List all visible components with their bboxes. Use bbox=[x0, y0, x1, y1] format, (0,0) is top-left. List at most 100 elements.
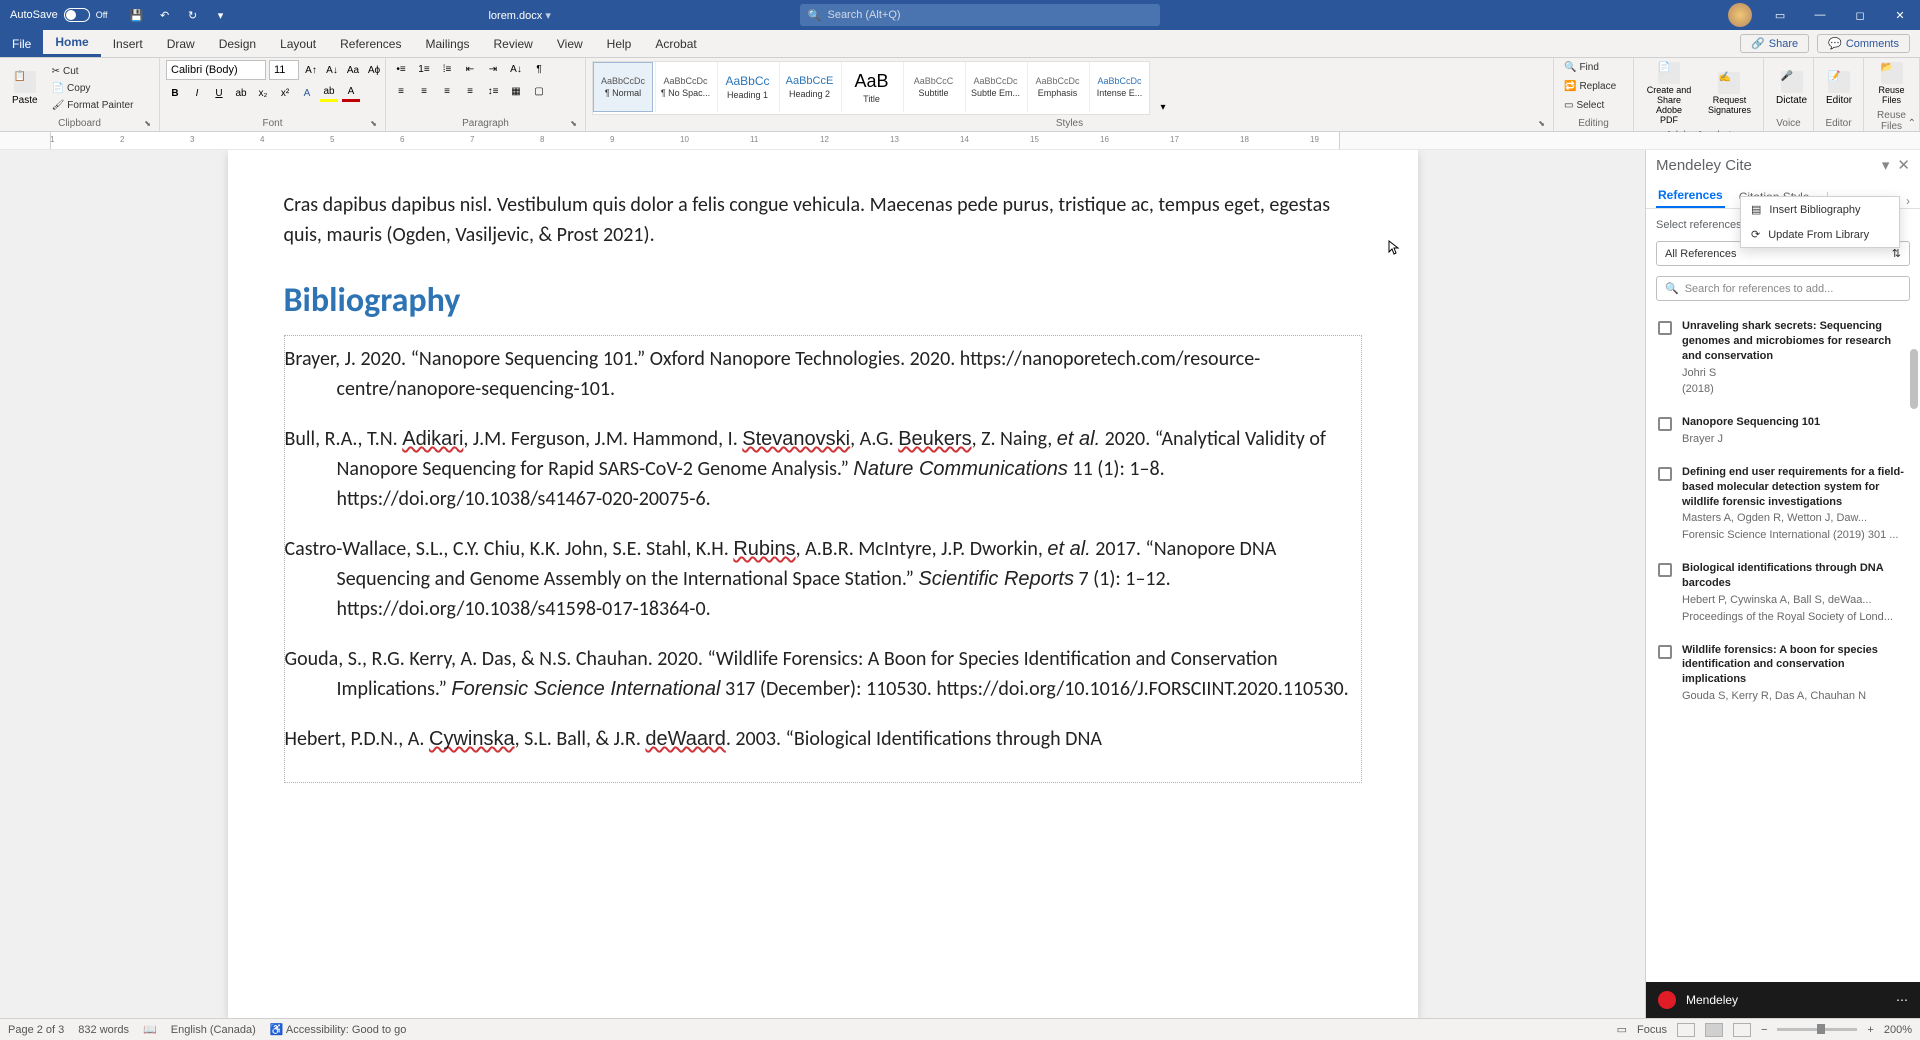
align-center-icon[interactable]: ≡ bbox=[415, 82, 433, 100]
style-emphasis[interactable]: AaBbCcDcEmphasis bbox=[1027, 62, 1087, 112]
tab-layout[interactable]: Layout bbox=[268, 30, 328, 57]
ruler[interactable]: 12345678910111213141516171819 bbox=[0, 132, 1920, 150]
tab-design[interactable]: Design bbox=[207, 30, 268, 57]
sort-icon[interactable]: A↓ bbox=[507, 60, 525, 78]
language[interactable]: English (Canada) bbox=[171, 1024, 256, 1036]
reference-item[interactable]: Nanopore Sequencing 101Brayer J bbox=[1656, 407, 1910, 457]
inc-indent-icon[interactable]: ⇥ bbox=[484, 60, 502, 78]
minimize-icon[interactable]: ― bbox=[1800, 0, 1840, 30]
word-count[interactable]: 832 words bbox=[78, 1024, 129, 1036]
style-title[interactable]: AaBTitle bbox=[841, 62, 901, 112]
text-effects-icon[interactable]: A bbox=[298, 84, 316, 102]
clear-format-icon[interactable]: Aϕ bbox=[365, 61, 383, 79]
bibliography-entry[interactable]: Bull, R.A., T.N. Adikari, J.M. Ferguson,… bbox=[285, 424, 1361, 514]
mendeley-footer[interactable]: Mendeley ⋯ bbox=[1646, 982, 1920, 1018]
reference-item[interactable]: Defining end user requirements for a fie… bbox=[1656, 457, 1910, 553]
paragraph-launch-icon[interactable]: ⬊ bbox=[570, 119, 577, 128]
reference-item[interactable]: Biological identifications through DNA b… bbox=[1656, 553, 1910, 634]
create-share-pdf-button[interactable]: 📄 Create and Share Adobe PDF bbox=[1640, 60, 1698, 128]
update-from-library-item[interactable]: ⟳ Update From Library bbox=[1741, 222, 1899, 247]
replace-button[interactable]: 🔁 Replace bbox=[1560, 79, 1620, 94]
print-layout-icon[interactable] bbox=[1705, 1023, 1723, 1037]
panel-close-icon[interactable]: ✕ bbox=[1897, 156, 1910, 174]
style-intense-e-[interactable]: AaBbCcDcIntense E... bbox=[1089, 62, 1149, 112]
panel-scrollbar[interactable] bbox=[1910, 349, 1918, 409]
strike-button[interactable]: ab bbox=[232, 84, 250, 102]
bibliography-field[interactable]: Brayer, J. 2020. “Nanopore Sequencing 10… bbox=[284, 335, 1362, 783]
close-icon[interactable]: ✕ bbox=[1880, 0, 1920, 30]
style-heading-2[interactable]: AaBbCcEHeading 2 bbox=[779, 62, 839, 112]
subscript-button[interactable]: x₂ bbox=[254, 84, 272, 102]
styles-gallery[interactable]: AaBbCcDc¶ NormalAaBbCcDc¶ No Spac... AaBb… bbox=[592, 61, 1150, 115]
style--normal[interactable]: AaBbCcDc¶ Normal bbox=[593, 62, 653, 112]
dec-indent-icon[interactable]: ⇤ bbox=[461, 60, 479, 78]
reference-search-input[interactable]: 🔍 Search for references to add... bbox=[1656, 276, 1910, 301]
bold-button[interactable]: B bbox=[166, 84, 184, 102]
italic-button[interactable]: I bbox=[188, 84, 206, 102]
style-subtitle[interactable]: AaBbCcCSubtitle bbox=[903, 62, 963, 112]
zoom-out-icon[interactable]: − bbox=[1761, 1024, 1767, 1036]
bullets-icon[interactable]: •≡ bbox=[392, 60, 410, 78]
style-subtle-em-[interactable]: AaBbCcDcSubtle Em... bbox=[965, 62, 1025, 112]
style--no-spac-[interactable]: AaBbCcDc¶ No Spac... bbox=[655, 62, 715, 112]
collapse-ribbon-icon[interactable]: ⌃ bbox=[1908, 118, 1916, 129]
reference-item[interactable]: Wildlife forensics: A boon for species i… bbox=[1656, 635, 1910, 714]
format-painter-button[interactable]: 🖌 Format Painter bbox=[48, 98, 138, 113]
tab-references[interactable]: References bbox=[328, 30, 413, 57]
align-left-icon[interactable]: ≡ bbox=[392, 82, 410, 100]
focus-mode[interactable]: Focus bbox=[1637, 1024, 1667, 1036]
redo-icon[interactable]: ↻ bbox=[184, 6, 202, 24]
zoom-level[interactable]: 200% bbox=[1884, 1024, 1912, 1036]
underline-button[interactable]: U bbox=[210, 84, 228, 102]
shrink-font-icon[interactable]: A↓ bbox=[323, 61, 341, 79]
maximize-icon[interactable]: ◻ bbox=[1840, 0, 1880, 30]
bibliography-entry[interactable]: Gouda, S., R.G. Kerry, A. Das, & N.S. Ch… bbox=[285, 644, 1361, 704]
zoom-in-icon[interactable]: + bbox=[1867, 1024, 1873, 1036]
copy-button[interactable]: 📄 Copy bbox=[48, 81, 138, 96]
font-size-select[interactable]: 11 bbox=[269, 60, 299, 80]
editor-button[interactable]: 📝Editor bbox=[1820, 69, 1858, 108]
justify-icon[interactable]: ≡ bbox=[461, 82, 479, 100]
comments-button[interactable]: 💬 Comments bbox=[1817, 34, 1910, 53]
shading-icon[interactable]: ▦ bbox=[507, 82, 525, 100]
user-avatar[interactable] bbox=[1728, 3, 1752, 27]
panel-dropdown-icon[interactable]: ▾ bbox=[1882, 156, 1890, 174]
font-launch-icon[interactable]: ⬊ bbox=[370, 119, 377, 128]
line-spacing-icon[interactable]: ↕≡ bbox=[484, 82, 502, 100]
tab-mailings[interactable]: Mailings bbox=[413, 30, 481, 57]
multilevel-icon[interactable]: ⁞≡ bbox=[438, 60, 456, 78]
change-case-icon[interactable]: Aa bbox=[344, 61, 362, 79]
document-area[interactable]: Cras dapibus dapibus nisl. Vestibulum qu… bbox=[0, 150, 1645, 1018]
tab-home[interactable]: Home bbox=[43, 30, 100, 57]
reference-checkbox[interactable] bbox=[1658, 563, 1672, 577]
ribbon-display-icon[interactable]: ▭ bbox=[1760, 0, 1800, 30]
reference-checkbox[interactable] bbox=[1658, 321, 1672, 335]
numbering-icon[interactable]: 1≡ bbox=[415, 60, 433, 78]
qat-dropdown-icon[interactable]: ▾ bbox=[212, 6, 230, 24]
dictate-button[interactable]: 🎤Dictate bbox=[1770, 69, 1813, 108]
tab-draw[interactable]: Draw bbox=[155, 30, 207, 57]
display-settings-icon[interactable]: ▭ bbox=[1617, 1023, 1627, 1036]
web-layout-icon[interactable] bbox=[1733, 1023, 1751, 1037]
tab-help[interactable]: Help bbox=[595, 30, 644, 57]
panel-scroll-right-icon[interactable]: › bbox=[1906, 194, 1910, 208]
select-button[interactable]: ▭ Select bbox=[1560, 98, 1608, 113]
request-signatures-button[interactable]: ✍ Request Signatures bbox=[1702, 70, 1757, 118]
reference-checkbox[interactable] bbox=[1658, 467, 1672, 481]
bibliography-entry[interactable]: Hebert, P.D.N., A. Cywinska, S.L. Ball, … bbox=[285, 724, 1361, 754]
styles-expand-icon[interactable]: ▾ bbox=[1154, 98, 1172, 116]
reference-checkbox[interactable] bbox=[1658, 645, 1672, 659]
bibliography-heading[interactable]: Bibliography bbox=[284, 280, 1362, 321]
body-paragraph[interactable]: Cras dapibus dapibus nisl. Vestibulum qu… bbox=[284, 190, 1362, 250]
reference-checkbox[interactable] bbox=[1658, 417, 1672, 431]
grow-font-icon[interactable]: A↑ bbox=[302, 61, 320, 79]
tab-view[interactable]: View bbox=[545, 30, 595, 57]
page-count[interactable]: Page 2 of 3 bbox=[8, 1024, 64, 1036]
search-box[interactable]: 🔍 Search (Alt+Q) bbox=[800, 4, 1160, 26]
font-family-select[interactable]: Calibri (Body) bbox=[166, 60, 266, 80]
tab-file[interactable]: File bbox=[0, 30, 43, 57]
font-color-icon[interactable]: A bbox=[342, 84, 360, 102]
styles-launch-icon[interactable]: ⬊ bbox=[1538, 119, 1545, 128]
read-mode-icon[interactable] bbox=[1677, 1023, 1695, 1037]
tab-references[interactable]: References bbox=[1656, 184, 1725, 208]
